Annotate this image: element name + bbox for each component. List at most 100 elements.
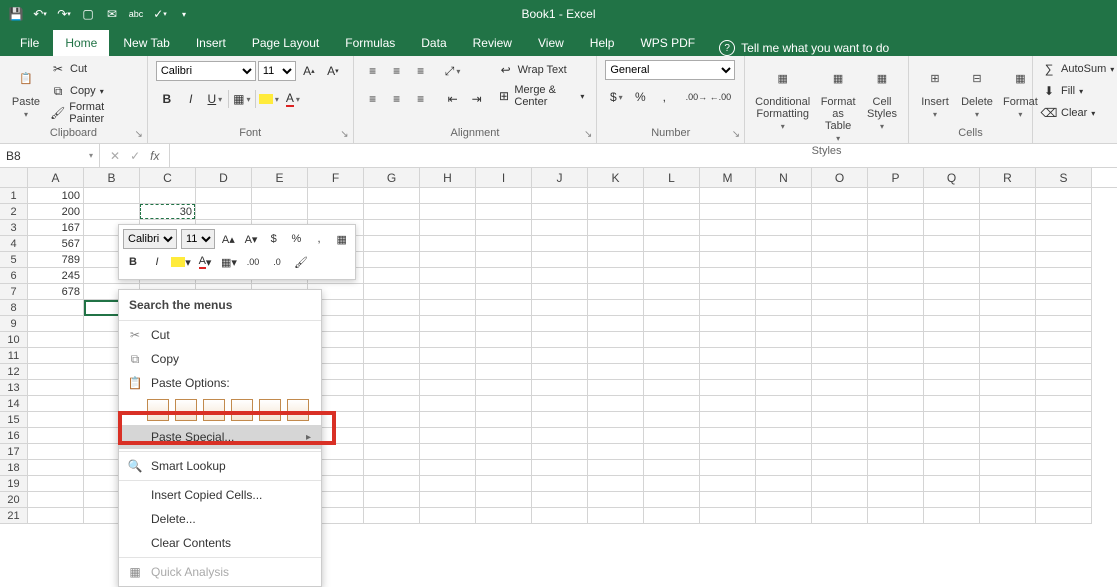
cell[interactable] [28,332,84,348]
cell[interactable] [420,476,476,492]
cell[interactable] [868,412,924,428]
cell[interactable] [28,444,84,460]
name-box[interactable]: B8 [0,144,100,167]
cell[interactable] [980,412,1036,428]
cell[interactable]: 789 [28,252,84,268]
cell[interactable] [532,460,588,476]
cell[interactable] [924,508,980,524]
tab-help[interactable]: Help [578,30,627,56]
enter-icon[interactable]: ✓ [130,149,140,163]
accounting-format-button[interactable]: $ [605,86,627,108]
cell[interactable] [756,348,812,364]
cell[interactable] [1036,508,1092,524]
cell[interactable] [532,268,588,284]
copy-button[interactable]: ⧉Copy ▾ [50,82,139,100]
cell[interactable] [588,220,644,236]
cell[interactable] [476,492,532,508]
fill-color-button[interactable] [258,88,280,110]
cell[interactable] [588,428,644,444]
row-header[interactable]: 12 [0,364,28,380]
cell[interactable] [28,428,84,444]
cell[interactable] [868,332,924,348]
cell[interactable] [980,476,1036,492]
dialog-launcher-icon[interactable]: ↘ [340,129,348,140]
cell[interactable] [868,508,924,524]
cell[interactable] [700,236,756,252]
cell[interactable] [1036,460,1092,476]
cell[interactable] [476,332,532,348]
select-all-corner[interactable] [0,168,28,187]
column-header[interactable]: E [252,168,308,187]
mini-percent[interactable]: % [287,229,306,249]
cell[interactable]: 167 [28,220,84,236]
mini-increase-font[interactable]: A▴ [219,229,238,249]
tab-insert[interactable]: Insert [184,30,238,56]
cell[interactable] [700,460,756,476]
column-header[interactable]: M [700,168,756,187]
cell[interactable] [924,236,980,252]
font-color-button[interactable]: A [282,88,304,110]
column-header[interactable]: C [140,168,196,187]
cell[interactable] [700,348,756,364]
cell[interactable] [28,300,84,316]
cell[interactable] [924,444,980,460]
cell[interactable] [476,412,532,428]
tab-review[interactable]: Review [461,30,524,56]
increase-decimal-button[interactable]: .00→ [685,86,707,108]
cell[interactable] [924,252,980,268]
cell[interactable] [644,284,700,300]
cell[interactable] [364,444,420,460]
cell[interactable] [420,204,476,220]
cell[interactable] [364,348,420,364]
borders-button[interactable]: ▦ [231,88,253,110]
cell[interactable] [532,252,588,268]
cell[interactable] [420,284,476,300]
mini-accounting[interactable]: $ [264,229,283,249]
cell[interactable] [364,252,420,268]
cell[interactable] [532,508,588,524]
tab-home[interactable]: Home [53,30,109,56]
row-header[interactable]: 11 [0,348,28,364]
cell[interactable] [476,460,532,476]
cell[interactable] [1036,188,1092,204]
cell[interactable] [364,428,420,444]
cell[interactable] [1036,492,1092,508]
cell[interactable] [476,204,532,220]
cell[interactable] [812,492,868,508]
row-header[interactable]: 9 [0,316,28,332]
cell[interactable] [476,364,532,380]
cell[interactable] [924,348,980,364]
cell[interactable] [812,268,868,284]
cell[interactable] [868,476,924,492]
cell[interactable] [980,220,1036,236]
cell[interactable] [532,444,588,460]
menu-paste-special[interactable]: Paste Special...▸ [119,425,321,449]
cell[interactable] [364,284,420,300]
cell[interactable] [756,220,812,236]
cell[interactable] [868,460,924,476]
cell[interactable] [756,188,812,204]
cell[interactable] [812,428,868,444]
number-format-combo[interactable]: General [605,60,735,80]
cell[interactable] [700,268,756,284]
align-middle-button[interactable]: ≡ [386,60,408,82]
mini-size-combo[interactable]: 11 [181,229,215,249]
cell[interactable] [588,332,644,348]
cell[interactable] [756,284,812,300]
cell[interactable] [476,284,532,300]
cell[interactable] [812,316,868,332]
cell[interactable] [1036,268,1092,284]
mini-bold[interactable]: B [123,252,143,272]
cell[interactable] [532,220,588,236]
cell[interactable] [756,204,812,220]
row-header[interactable]: 5 [0,252,28,268]
cell[interactable] [700,204,756,220]
delete-cells-button[interactable]: ⊟Delete▾ [959,60,995,121]
cell[interactable] [420,412,476,428]
cell[interactable] [756,412,812,428]
tab-view[interactable]: View [526,30,576,56]
cell[interactable]: 100 [28,188,84,204]
cell[interactable] [924,268,980,284]
align-top-button[interactable]: ≡ [362,60,384,82]
cell[interactable] [532,492,588,508]
